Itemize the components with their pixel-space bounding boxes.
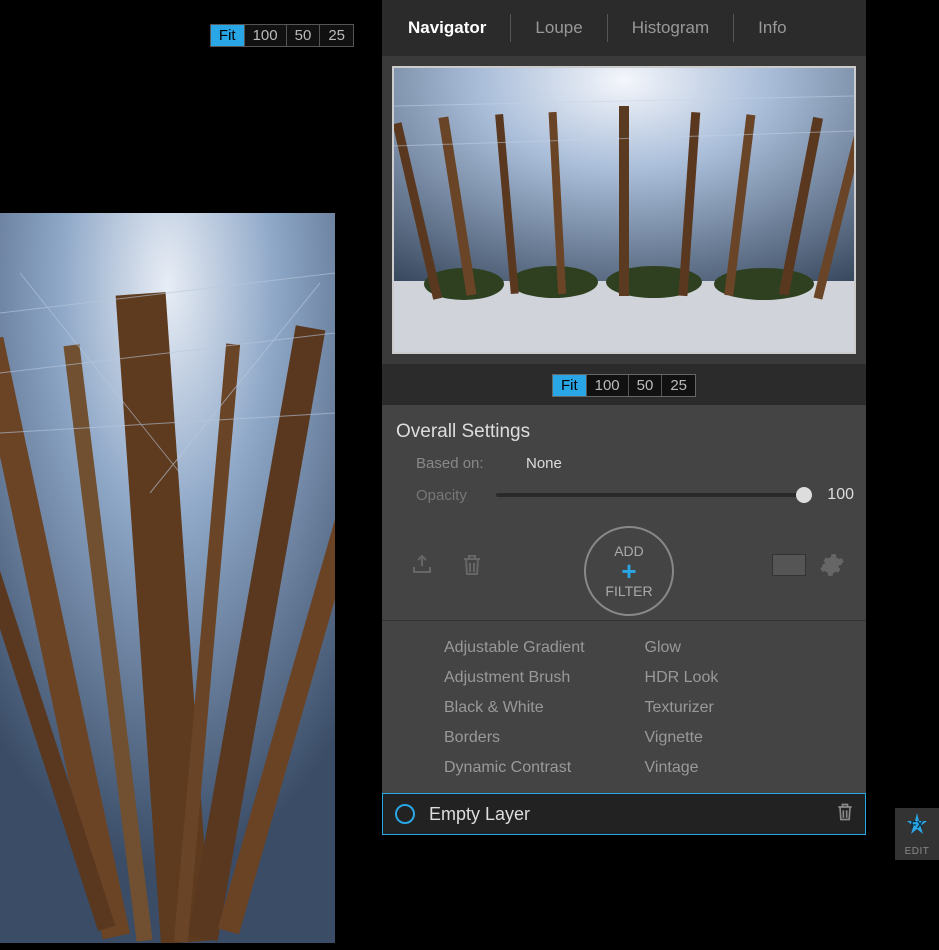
plus-icon: +	[621, 561, 636, 581]
nav-zoom-50-button[interactable]: 50	[629, 375, 663, 396]
zoom-25-button[interactable]: 25	[320, 25, 353, 46]
tab-info[interactable]: Info	[744, 18, 800, 38]
based-on-label: Based on:	[416, 455, 526, 472]
based-on-row: Based on: None	[416, 455, 854, 472]
canvas-column: Fit 100 50 25	[0, 0, 370, 950]
filter-adjustment-brush[interactable]: Adjustment Brush	[444, 669, 585, 687]
opacity-row: Opacity 100	[416, 486, 854, 504]
svg-text:FX: FX	[911, 820, 924, 831]
gear-icon[interactable]	[818, 551, 846, 579]
add-filter-button[interactable]: ADD + FILTER	[584, 526, 674, 616]
tab-loupe[interactable]: Loupe	[521, 18, 596, 38]
filter-list: Adjustable Gradient Adjustment Brush Bla…	[394, 621, 854, 793]
export-icon[interactable]	[408, 551, 436, 579]
filter-hdr-look[interactable]: HDR Look	[645, 669, 719, 687]
nav-zoom-100-button[interactable]: 100	[587, 375, 629, 396]
tab-separator	[607, 14, 608, 42]
filter-vintage[interactable]: Vintage	[645, 759, 719, 777]
based-on-value[interactable]: None	[526, 455, 562, 472]
nav-zoom-fit-button[interactable]: Fit	[553, 375, 587, 396]
layer-visibility-toggle[interactable]	[395, 804, 415, 824]
tab-navigator[interactable]: Navigator	[394, 18, 500, 38]
opacity-slider[interactable]	[496, 493, 804, 497]
fx-edit-label: EDIT	[905, 846, 930, 857]
navigator-preview[interactable]	[392, 66, 856, 354]
filter-black-white[interactable]: Black & White	[444, 699, 585, 717]
zoom-100-button[interactable]: 100	[245, 25, 287, 46]
navigator-zoom-toolbar: Fit 100 50 25	[382, 364, 866, 405]
layer-label: Empty Layer	[429, 804, 835, 825]
opacity-label: Opacity	[416, 487, 496, 504]
zoom-50-button[interactable]: 50	[287, 25, 321, 46]
fx-edit-button[interactable]: FX EDIT	[895, 808, 939, 860]
overall-settings-panel: Overall Settings Based on: None Opacity …	[382, 405, 866, 835]
nav-zoom-25-button[interactable]: 25	[662, 375, 695, 396]
add-filter-bottom-label: FILTER	[605, 583, 652, 599]
main-zoom-toolbar: Fit 100 50 25	[210, 24, 354, 47]
filter-adjustable-gradient[interactable]: Adjustable Gradient	[444, 639, 585, 657]
settings-title: Overall Settings	[396, 421, 854, 443]
filter-borders[interactable]: Borders	[444, 729, 585, 747]
settings-toolbar: ADD + FILTER	[394, 514, 854, 620]
opacity-value: 100	[818, 486, 854, 504]
zoom-fit-button[interactable]: Fit	[211, 25, 245, 46]
navigator-image	[394, 68, 854, 352]
filter-dynamic-contrast[interactable]: Dynamic Contrast	[444, 759, 585, 777]
filter-texturizer[interactable]: Texturizer	[645, 699, 719, 717]
fx-icon: FX	[902, 811, 932, 844]
layer-delete-icon[interactable]	[835, 801, 855, 828]
canvas-image	[0, 213, 335, 943]
navigator-panel: Fit 100 50 25	[382, 56, 866, 405]
panel-tabbar: Navigator Loupe Histogram Info	[382, 0, 866, 56]
right-panel: Navigator Loupe Histogram Info	[376, 0, 866, 950]
color-swatch[interactable]	[772, 554, 806, 576]
filter-vignette[interactable]: Vignette	[645, 729, 719, 747]
filter-glow[interactable]: Glow	[645, 639, 719, 657]
tab-separator	[733, 14, 734, 42]
layer-row[interactable]: Empty Layer	[382, 793, 866, 835]
main-canvas[interactable]	[0, 213, 335, 943]
tab-histogram[interactable]: Histogram	[618, 18, 723, 38]
tab-separator	[510, 14, 511, 42]
trash-icon[interactable]	[458, 551, 486, 579]
opacity-slider-thumb[interactable]	[796, 487, 812, 503]
